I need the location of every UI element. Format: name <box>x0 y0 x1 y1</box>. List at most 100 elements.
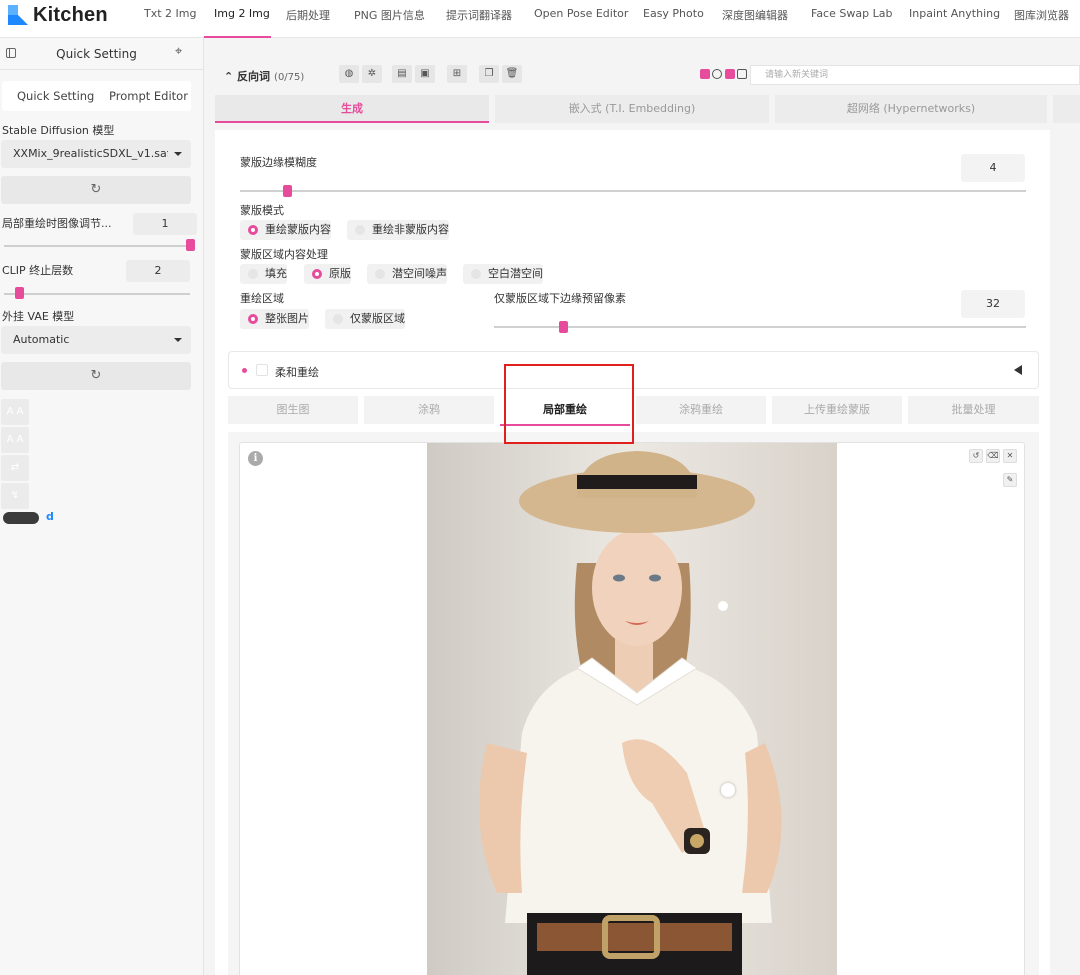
subtab-inpaint-sketch[interactable]: 涂鸦重绘 <box>636 396 766 424</box>
mask-blur-label: 蒙版边缘模糊度 <box>240 156 317 169</box>
clip-skip-slider-thumb[interactable] <box>14 287 24 299</box>
checkbox-2[interactable] <box>725 69 735 79</box>
inpaint-settings-panel: 蒙版边缘模糊度 4 蒙版模式 重绘蒙版内容 重绘非蒙版内容 蒙版区域内容处理 填… <box>215 130 1050 975</box>
inpaint-adjust-slider-thumb[interactable] <box>186 239 195 251</box>
brush-icon[interactable]: ✎ <box>1003 473 1017 487</box>
collapse-arrow-icon[interactable] <box>1014 365 1022 375</box>
refresh-icon: ↻ <box>90 368 102 383</box>
mask-mode-label: 蒙版模式 <box>240 204 284 217</box>
radio-fill[interactable]: 填充 <box>240 264 287 284</box>
tab-txt2img[interactable]: Txt 2 Img <box>144 7 196 20</box>
font-size-decrease-button[interactable]: A A <box>1 427 29 453</box>
keyword-input[interactable]: 请输入新关键词 <box>750 65 1080 85</box>
subtab-sketch[interactable]: 涂鸦 <box>364 396 494 424</box>
tab-extras[interactable]: 后期处理 <box>286 7 330 23</box>
soft-inpaint-checkbox[interactable] <box>256 364 268 376</box>
vae-value: Automatic <box>13 333 70 346</box>
tab-hypernetworks[interactable]: 超网络 (Hypernetworks) <box>775 95 1047 123</box>
status-dot <box>242 368 247 373</box>
tab-easy-photo[interactable]: Easy Photo <box>643 7 704 20</box>
close-icon[interactable]: ✕ <box>1003 449 1017 463</box>
top-bar: Kitchen Txt 2 Img Img 2 Img 后期处理 PNG 图片信… <box>0 0 1080 38</box>
translate-icon[interactable]: ⊞ <box>447 65 467 83</box>
radio-inpaint-not-masked[interactable]: 重绘非蒙版内容 <box>347 220 449 240</box>
mask-blur-input[interactable]: 4 <box>961 154 1025 182</box>
inpaint-canvas-container: i ↺ ⌫ ✕ ✎ <box>228 432 1039 975</box>
bookmark-icon[interactable]: ▣ <box>415 65 435 83</box>
document-icon[interactable]: ▤ <box>392 65 412 83</box>
sd-model-select[interactable]: XXMix_9realisticSDXL_v1.safetensors <box>1 140 191 168</box>
font-size-icon: A A <box>6 434 24 445</box>
tab-inpaint-anything[interactable]: Inpaint Anything <box>909 7 1000 20</box>
tab-more[interactable] <box>1053 95 1080 123</box>
tab-png-info[interactable]: PNG 图片信息 <box>354 7 425 23</box>
tab-open-pose-editor[interactable]: Open Pose Editor <box>534 7 628 20</box>
mask-blur-slider-thumb[interactable] <box>283 185 293 197</box>
radio-latent-nothing[interactable]: 空白潜空间 <box>463 264 543 284</box>
tab-generate[interactable]: 生成 <box>215 95 489 123</box>
copy-icon[interactable]: ❐ <box>479 65 499 83</box>
radio-only-masked[interactable]: 仅蒙版区域 <box>325 309 405 329</box>
refresh-model-button[interactable]: ↻ <box>1 176 191 204</box>
main-area: ⌃ 反向词 (0/75) ◍ ✲ ▤ ▣ ⊞ ❐ 🗑 请输入新关键词 生成 嵌入式… <box>204 38 1080 975</box>
eraser-icon[interactable]: ⌫ <box>986 449 1000 463</box>
negative-prompt-title: 反向词 <box>237 70 271 83</box>
soft-inpaint-label: 柔和重绘 <box>275 366 319 379</box>
sd-model-label: Stable Diffusion 模型 <box>2 124 115 137</box>
inpaint-canvas[interactable]: i ↺ ⌫ ✕ ✎ <box>239 442 1025 975</box>
info-icon[interactable]: i <box>248 451 263 466</box>
vae-select[interactable]: Automatic <box>1 326 191 354</box>
radio-latent-noise[interactable]: 潜空间噪声 <box>367 264 447 284</box>
inpaint-adjust-input[interactable]: 1 <box>133 213 197 235</box>
subtab-batch[interactable]: 批量处理 <box>908 396 1039 424</box>
subtab-inpaint-upload[interactable]: 上传重绘蒙版 <box>772 396 902 424</box>
sidebar-title: Quick Setting <box>56 47 137 61</box>
sd-model-value: XXMix_9realisticSDXL_v1.safetensors <box>13 147 168 160</box>
radio-whole-picture[interactable]: 整张图片 <box>240 309 309 329</box>
trash-icon[interactable]: 🗑 <box>502 65 522 83</box>
swap-button[interactable]: ⇄ <box>1 455 29 481</box>
radio-inpaint-masked[interactable]: 重绘蒙版内容 <box>240 220 331 240</box>
chevron-up-icon: ⌃ <box>224 70 238 83</box>
toggle-switch[interactable] <box>3 512 39 524</box>
shuffle-icon: ↯ <box>10 490 20 501</box>
padding-input[interactable]: 32 <box>961 290 1025 318</box>
tab-ti-embedding[interactable]: 嵌入式 (T.I. Embedding) <box>495 95 769 123</box>
source-image[interactable] <box>427 443 837 975</box>
radio-original[interactable]: 原版 <box>304 264 351 284</box>
mask-blur-slider-track[interactable] <box>240 190 1026 192</box>
font-size-increase-button[interactable]: A A <box>1 399 29 425</box>
tab-img2img[interactable]: Img 2 Img <box>214 7 270 20</box>
chevron-down-icon <box>174 338 182 342</box>
gear-icon[interactable]: ✲ <box>362 65 382 83</box>
sidebar-header: Quick Setting ⌖ <box>0 38 203 70</box>
font-size-icon: A A <box>6 406 24 417</box>
clock-icon[interactable] <box>712 69 722 79</box>
padding-slider-thumb[interactable] <box>559 321 569 333</box>
clip-skip-input[interactable]: 2 <box>126 260 190 282</box>
kitchen-logo-icon <box>8 5 28 25</box>
padding-label: 仅蒙版区域下边缘预留像素 <box>494 292 626 305</box>
token-count: (0/75) <box>274 72 305 83</box>
globe-icon[interactable]: ◍ <box>339 65 359 83</box>
padding-slider-track[interactable] <box>494 326 1026 328</box>
shuffle-button[interactable]: ↯ <box>1 483 29 509</box>
tab-depth-editor[interactable]: 深度图编辑器 <box>722 7 788 23</box>
sidebar-tab-prompt-editor[interactable]: Prompt Editor <box>109 89 188 103</box>
app-logo: Kitchen <box>8 4 108 26</box>
tab-image-browser[interactable]: 图库浏览器 <box>1014 7 1069 23</box>
tab-face-swap-lab[interactable]: Face Swap Lab <box>811 7 892 20</box>
tab-prompt-translator[interactable]: 提示词翻译器 <box>446 7 512 23</box>
clip-skip-slider-track[interactable] <box>4 293 190 295</box>
sidebar-tab-quick-setting[interactable]: Quick Setting <box>17 89 94 103</box>
app-name: Kitchen <box>33 3 108 26</box>
negative-prompt-label[interactable]: ⌃ 反向词 (0/75) <box>224 68 304 84</box>
checkbox-1[interactable] <box>700 69 710 79</box>
pin-icon[interactable]: ⌖ <box>175 44 182 59</box>
sidebar-tabs: Quick Setting Prompt Editor <box>2 81 191 111</box>
undo-icon[interactable]: ↺ <box>969 449 983 463</box>
refresh-vae-button[interactable]: ↻ <box>1 362 191 390</box>
checkbox-3[interactable] <box>737 69 747 79</box>
inpaint-adjust-slider-track[interactable] <box>4 245 190 247</box>
subtab-img2img[interactable]: 图生图 <box>228 396 358 424</box>
